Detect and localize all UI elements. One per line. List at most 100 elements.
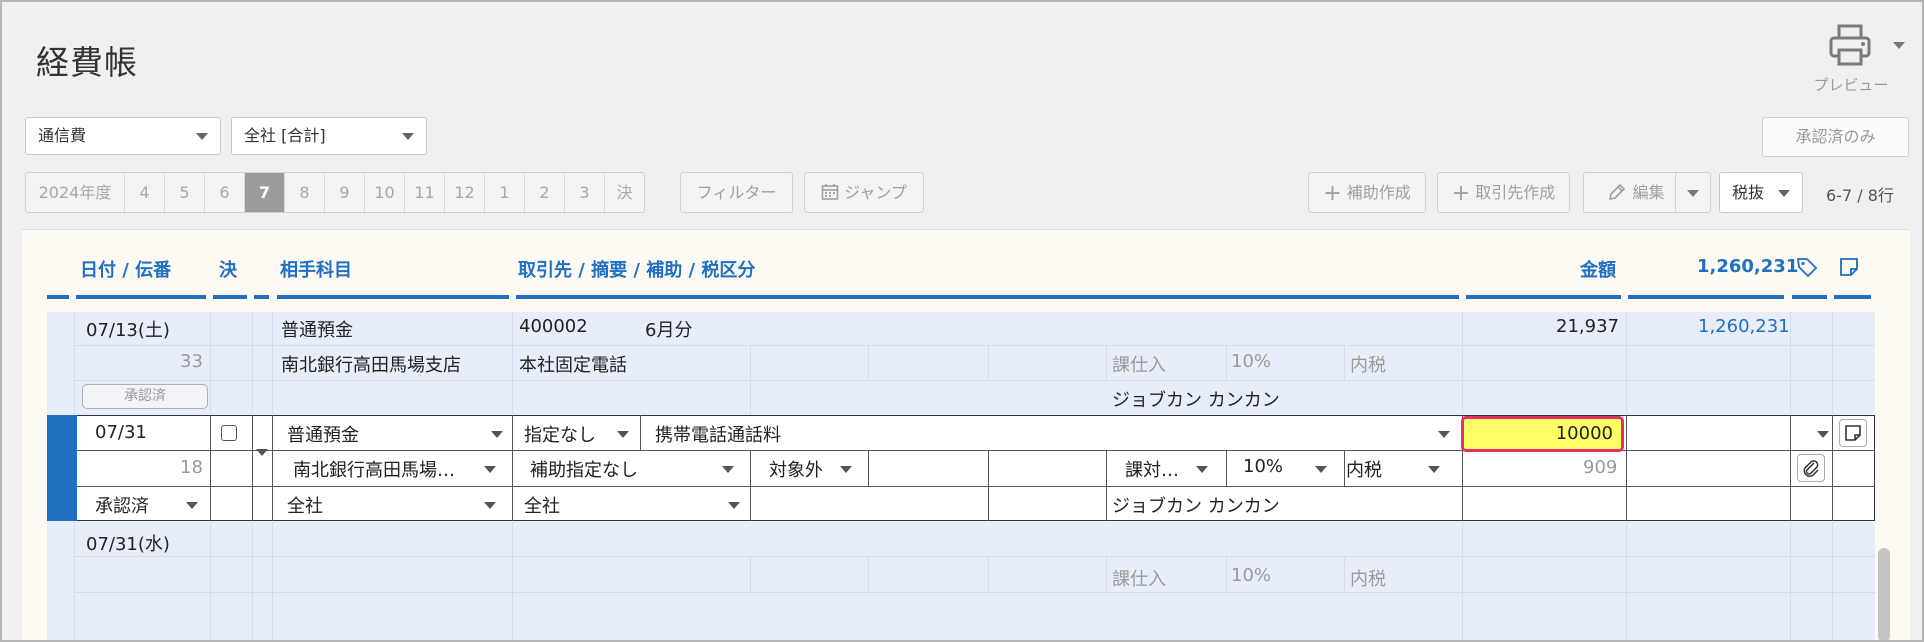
voucher-number-input[interactable]: 18	[180, 457, 203, 478]
note-icon	[1845, 425, 1861, 441]
approval-status-select[interactable]: 承認済	[95, 492, 149, 518]
grid-line	[74, 556, 1875, 557]
month-selector: 2024年度 4 5 6 7 8 9 10 11 12 1 2 3 決	[25, 172, 645, 213]
chevron-down-icon	[491, 431, 503, 438]
month-tab[interactable]: 9	[325, 173, 365, 212]
chevron-down-icon	[186, 502, 198, 509]
print-preview-button[interactable]	[1820, 22, 1880, 72]
row-counter: 6-7 / 8行	[1826, 186, 1894, 205]
chevron-down-icon	[840, 466, 852, 473]
header-underline	[516, 295, 1459, 299]
column-header-settle[interactable]: 決	[219, 256, 237, 282]
department2-select[interactable]: 全社	[524, 492, 560, 518]
calendar-icon	[821, 184, 839, 200]
amount-input[interactable]: 10000	[1461, 416, 1624, 452]
row-amount[interactable]: 21,937	[1556, 316, 1619, 337]
month-tab[interactable]: 5	[165, 173, 205, 212]
grid-line	[750, 556, 751, 592]
row-expand-chevron-icon[interactable]	[256, 449, 268, 456]
memo-note-button[interactable]	[1839, 419, 1867, 447]
grid-line	[74, 592, 1875, 593]
partner-account-select[interactable]: 普通預金	[287, 421, 359, 447]
account-select[interactable]: 通信費	[25, 117, 221, 155]
chevron-down-icon	[1428, 466, 1440, 473]
attachment-button[interactable]	[1797, 454, 1825, 482]
column-header-partner-account[interactable]: 相手科目	[280, 256, 352, 282]
month-tab[interactable]: 12	[445, 173, 485, 212]
edit-row-divider	[1344, 450, 1345, 486]
tax-rate-select[interactable]: 10%	[1243, 456, 1283, 477]
filter-button[interactable]: フィルター	[680, 172, 793, 213]
tax-mode-select[interactable]: 税抜	[1719, 172, 1803, 213]
month-tab[interactable]: 6	[205, 173, 245, 212]
row-memo[interactable]: 6月分	[645, 316, 692, 342]
tax-included-select[interactable]: 内税	[1346, 456, 1382, 482]
month-tab[interactable]: 10	[365, 173, 405, 212]
status-badge: 承認済	[82, 384, 208, 409]
row-date[interactable]: 07/13(土)	[86, 316, 170, 342]
month-tab[interactable]: 1	[485, 173, 525, 212]
chevron-down-icon	[728, 502, 740, 509]
row-partner-code[interactable]: 400002	[519, 316, 588, 337]
sub-account-select[interactable]: 南北銀行高田馬場…	[293, 456, 455, 482]
department-select-row[interactable]: 全社	[287, 492, 323, 518]
header-underline	[1466, 295, 1621, 299]
preview-label: プレビュー	[1813, 76, 1889, 94]
row-tax-included: 内税	[1350, 355, 1386, 376]
month-tab-active[interactable]: 7	[245, 173, 285, 212]
edit-menu-button[interactable]	[1675, 172, 1711, 213]
row-date[interactable]: 07/31(水)	[86, 530, 170, 556]
plus-icon: +	[1451, 181, 1471, 206]
header-underline	[277, 295, 509, 299]
date-input[interactable]: 07/31	[95, 422, 147, 443]
target-select[interactable]: 対象外	[769, 456, 823, 482]
header-underline	[1792, 295, 1827, 299]
edit-row-divider	[1790, 415, 1791, 521]
approved-only-button[interactable]: 承認済のみ	[1762, 117, 1909, 157]
edit-button[interactable]: 編集	[1583, 172, 1689, 213]
page-title: 経費帳	[36, 43, 138, 82]
sub-assist-select[interactable]: 補助指定なし	[530, 456, 638, 482]
plus-icon: +	[1323, 181, 1342, 206]
edit-row-user: ジョブカン カンカン	[1112, 496, 1280, 517]
chevron-down-icon	[1438, 431, 1450, 438]
grid-line	[868, 556, 869, 592]
column-header-date[interactable]: 日付 / 伝番	[80, 256, 171, 282]
month-tab[interactable]: 8	[285, 173, 325, 212]
grid-line	[988, 345, 989, 380]
scrollbar-thumb[interactable]	[1878, 548, 1890, 642]
grid-line	[988, 556, 989, 592]
edit-row-divider	[1626, 415, 1627, 521]
row-memo-detail[interactable]: 本社固定電話	[519, 351, 627, 377]
column-header-amount[interactable]: 金額	[1580, 256, 1616, 282]
tax-kind-select[interactable]: 課対…	[1125, 456, 1179, 482]
row-account[interactable]: 普通預金	[281, 316, 353, 342]
month-tab-settlement[interactable]: 決	[605, 173, 644, 212]
month-tab[interactable]: 11	[405, 173, 445, 212]
add-partner-button[interactable]: + 取引先作成	[1437, 172, 1570, 213]
tag-icon[interactable]	[1796, 256, 1818, 278]
month-tab[interactable]: 2	[525, 173, 565, 212]
chevron-down-icon	[402, 133, 414, 140]
add-sub-account-button[interactable]: + 補助作成	[1308, 172, 1426, 213]
fiscal-year-label[interactable]: 2024年度	[26, 173, 125, 212]
settle-checkbox[interactable]	[221, 425, 237, 441]
month-tab[interactable]: 4	[125, 173, 165, 212]
column-header-description[interactable]: 取引先 / 摘要 / 補助 / 税区分	[518, 256, 755, 282]
department-select[interactable]: 全社 [合計]	[231, 117, 427, 155]
partner-select[interactable]: 指定なし	[524, 421, 596, 447]
paperclip-icon	[1803, 460, 1819, 477]
preview-menu-chevron-icon[interactable]	[1893, 42, 1905, 49]
note-icon[interactable]	[1839, 257, 1859, 277]
chevron-down-icon[interactable]	[1817, 431, 1829, 438]
row-sub-account[interactable]: 南北銀行高田馬場支店	[281, 351, 461, 377]
grid-line	[1226, 556, 1227, 592]
memo-input[interactable]: 携帯電話通話料	[655, 421, 781, 447]
header-underline	[213, 295, 247, 299]
department-select-value: 全社 [合計]	[244, 126, 326, 145]
edit-label: 編集	[1632, 183, 1665, 202]
header-underline	[76, 295, 206, 299]
selected-row-indicator	[47, 415, 77, 521]
jump-button[interactable]: ジャンプ	[804, 172, 924, 213]
month-tab[interactable]: 3	[565, 173, 605, 212]
